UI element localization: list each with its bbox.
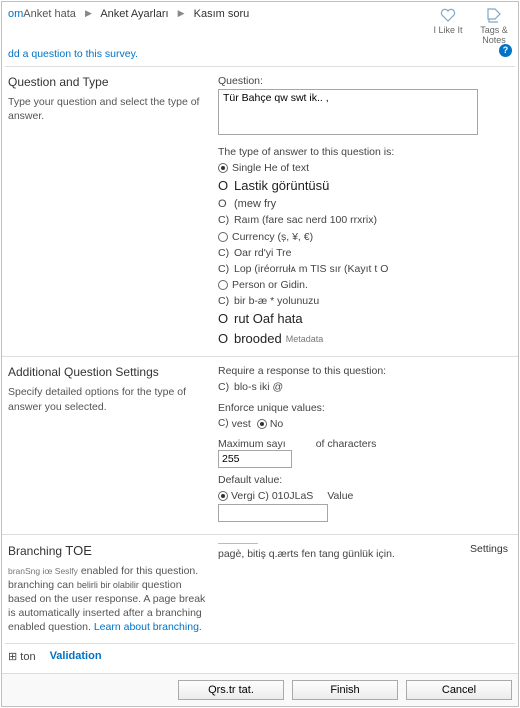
unique-no[interactable]: No (257, 418, 283, 430)
radio-icon[interactable] (218, 232, 228, 242)
type-external[interactable]: Orut Oaf hata (218, 309, 512, 329)
type-datetime[interactable]: C)Oar rd'yi Tre (218, 245, 512, 261)
default-label: Default value: (218, 474, 512, 486)
section-title: Branching TOE (8, 543, 208, 558)
cancel-button[interactable]: Cancel (406, 680, 512, 700)
like-label: I Like It (433, 25, 462, 35)
help-icon[interactable]: ? (499, 44, 512, 57)
tags-icon (485, 6, 503, 24)
radio-icon[interactable] (257, 419, 267, 429)
crumb-settings[interactable]: Anket Ayarları (100, 8, 168, 20)
type-managed-metadata[interactable]: ObroodedMetadata (218, 329, 512, 349)
default-value-input[interactable] (218, 504, 328, 522)
back-button[interactable]: Qrs.tr tat. (178, 680, 284, 700)
like-it-button[interactable]: I Like It (430, 6, 466, 46)
crumb-current: Kasım soru (194, 8, 250, 20)
page-subtitle[interactable]: dd a question to this survey. (2, 48, 144, 66)
section-desc: Specify detailed options for the type of… (8, 385, 208, 413)
tags-label: Tags & Notes (480, 25, 508, 45)
branching-settings-link[interactable]: Settings (470, 543, 512, 555)
default-calc[interactable]: Value (327, 490, 353, 502)
validation-link[interactable]: Validation (50, 650, 102, 662)
section-question-type: Question and Type Type your question and… (2, 67, 518, 357)
crumb-app[interactable]: Anket hata (23, 8, 76, 20)
heart-icon (439, 6, 457, 24)
learn-branching-link[interactable]: Learn about branching. (94, 621, 202, 633)
crumb-home[interactable]: om (8, 8, 23, 20)
radio-icon[interactable] (218, 491, 228, 501)
require-label: Require a response to this question: (218, 365, 512, 377)
type-image[interactable]: OLastik görüntüsü (218, 176, 512, 196)
header: omAnket hata ▶ Anket Ayarları ▶ Kasım so… (2, 2, 518, 48)
section-title: Additional Question Settings (8, 365, 208, 379)
default-text[interactable]: Vergi C) 010JLaS (218, 490, 313, 502)
radio-icon[interactable] (218, 163, 228, 173)
chevron-right-icon: ▶ (178, 8, 185, 19)
type-separator[interactable]: C)bir b-æ * yolunuzu (218, 293, 512, 309)
breadcrumb: omAnket hata ▶ Anket Ayarları ▶ Kasım so… (8, 6, 430, 20)
type-choice[interactable]: O(mew fry (218, 196, 512, 213)
tags-notes-button[interactable]: Tags & Notes (476, 6, 512, 46)
question-label: Question: (218, 75, 512, 87)
type-lookup[interactable]: C)Lop (iréorrułᴀ m TIS sır (Kayıt t O (218, 261, 512, 277)
expand-column-button[interactable]: ⊞ ton (8, 650, 36, 663)
type-person[interactable]: Person or Gidin. (218, 277, 512, 293)
unique-yes[interactable]: C)vest (218, 418, 251, 430)
type-number[interactable]: C)Raım (fare sac nerd 100 rrxrix) (218, 212, 512, 228)
require-option[interactable]: C)blo-s iki @ (218, 379, 512, 395)
max-label-a: Maximum sayı (218, 438, 286, 450)
section-title: Question and Type (8, 75, 208, 89)
section-desc: Type your question and select the type o… (8, 95, 208, 123)
type-label: The type of answer to this question is: (218, 146, 512, 158)
chevron-right-icon: ▶ (85, 8, 92, 19)
section-additional-settings: Additional Question Settings Specify det… (2, 356, 518, 533)
footer: Qrs.tr tat. Finish Cancel (2, 673, 518, 706)
section-desc: branSng iœ Seslfy enabled for this quest… (8, 564, 208, 635)
max-chars-input[interactable] (218, 450, 292, 468)
branching-text: pagè, bitiş q.ærts fen tang günlük için. (218, 548, 395, 560)
type-single-line[interactable]: Single He of text (218, 160, 512, 176)
radio-icon[interactable] (218, 280, 228, 290)
unique-label: Enforce unique values: (218, 402, 512, 414)
type-currency[interactable]: Currency (ș, ¥, €) (218, 229, 512, 245)
question-textarea[interactable] (218, 89, 478, 135)
max-label-b: of characters (316, 438, 377, 450)
finish-button[interactable]: Finish (292, 680, 398, 700)
section-branching: Branching TOE branSng iœ Seslfy enabled … (2, 534, 518, 643)
